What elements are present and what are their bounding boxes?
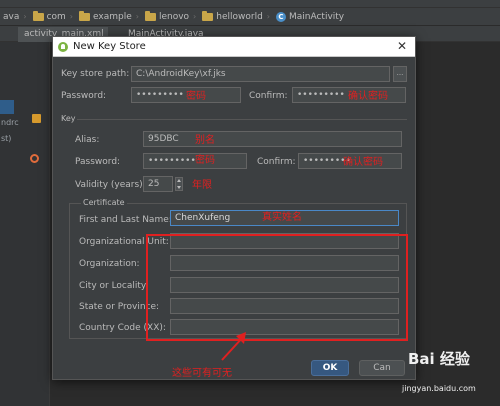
confirm-label: Confirm:: [249, 91, 288, 101]
certificate-section-title: Certificate: [81, 198, 127, 207]
breadcrumb-label: com: [46, 11, 66, 22]
validity-label: Validity (years):: [75, 180, 146, 190]
key-password-label: Password:: [75, 157, 121, 167]
annotation-confirm-password: 确认密码: [348, 91, 388, 102]
key-confirm-label: Confirm:: [257, 157, 296, 167]
annotation-optional-box: [146, 234, 408, 341]
breadcrumb-label: ava: [3, 11, 20, 22]
folder-icon: [144, 10, 156, 21]
annotation-key-confirm: 确认密码: [343, 157, 383, 168]
browse-button[interactable]: ...: [393, 66, 407, 82]
selection-marker: [0, 100, 14, 114]
folder-icon: [32, 10, 44, 21]
validity-stepper[interactable]: [175, 177, 183, 191]
breadcrumb-label: example: [93, 11, 132, 22]
organization-label: Organization:: [79, 259, 140, 269]
keystore-path-input[interactable]: C:\AndroidKey\xf.jks: [131, 66, 390, 82]
breadcrumb-label: helloworld: [216, 11, 263, 22]
dialog-titlebar: New Key Store ✕: [53, 37, 415, 57]
folder-icon: [79, 10, 90, 21]
editor-gutter: ndrc st): [0, 42, 50, 406]
password-label: Password:: [61, 91, 107, 101]
breadcrumb-item[interactable]: C MainActivity: [273, 9, 347, 25]
breadcrumb-label: MainActivity: [288, 11, 345, 22]
city-label: City or Locality:: [79, 281, 149, 291]
breadcrumb-item[interactable]: helloworld ›: [199, 9, 273, 25]
key-section-title: Key: [61, 114, 76, 123]
first-last-name-label: First and Last Name:: [79, 215, 172, 225]
ide-breadcrumb-bar: ava › com › example › lenovo › helloworld › C…: [0, 8, 500, 26]
side-text: ndrc: [1, 118, 19, 127]
annotation-optional: 这些可有可无: [172, 368, 232, 379]
baidu-watermark: Bai 经验 jingyan.baidu.com: [398, 348, 498, 404]
baidu-logo: Bai 经验: [408, 350, 470, 368]
breadcrumb-item[interactable]: com ›: [30, 9, 76, 25]
folder-icon: [202, 10, 214, 21]
ok-button[interactable]: OK: [311, 360, 349, 376]
annotation-alias: 别名: [195, 135, 215, 146]
annotation-key-password: 密码: [195, 155, 215, 166]
class-icon: C: [275, 11, 286, 22]
close-icon[interactable]: ✕: [397, 39, 407, 53]
keystore-path-label: Key store path:: [61, 69, 130, 79]
breadcrumb-item[interactable]: lenovo ›: [142, 9, 199, 25]
validity-input[interactable]: 25: [143, 176, 173, 192]
alias-label: Alias:: [75, 135, 100, 145]
breadcrumb-item[interactable]: example ›: [76, 9, 142, 25]
breakpoint-icon: [30, 154, 39, 163]
annotation-real-name: 真实姓名: [262, 212, 302, 223]
breadcrumb-label: lenovo: [158, 11, 190, 22]
breadcrumb-item[interactable]: ava ›: [0, 9, 30, 25]
annotation-password: 密码: [186, 91, 206, 102]
alias-input[interactable]: 95DBC: [143, 131, 402, 147]
side-text: st): [1, 134, 12, 143]
ide-top-toolbar: [0, 0, 500, 8]
key-section-divider: [77, 119, 407, 120]
bookmark-icon: [32, 114, 41, 123]
annotation-validity: 年限: [192, 180, 212, 191]
watermark-url: jingyan.baidu.com: [402, 384, 476, 393]
annotation-arrow-icon: [221, 332, 246, 361]
dialog-title: New Key Store: [73, 41, 146, 52]
android-studio-icon: [58, 42, 68, 52]
